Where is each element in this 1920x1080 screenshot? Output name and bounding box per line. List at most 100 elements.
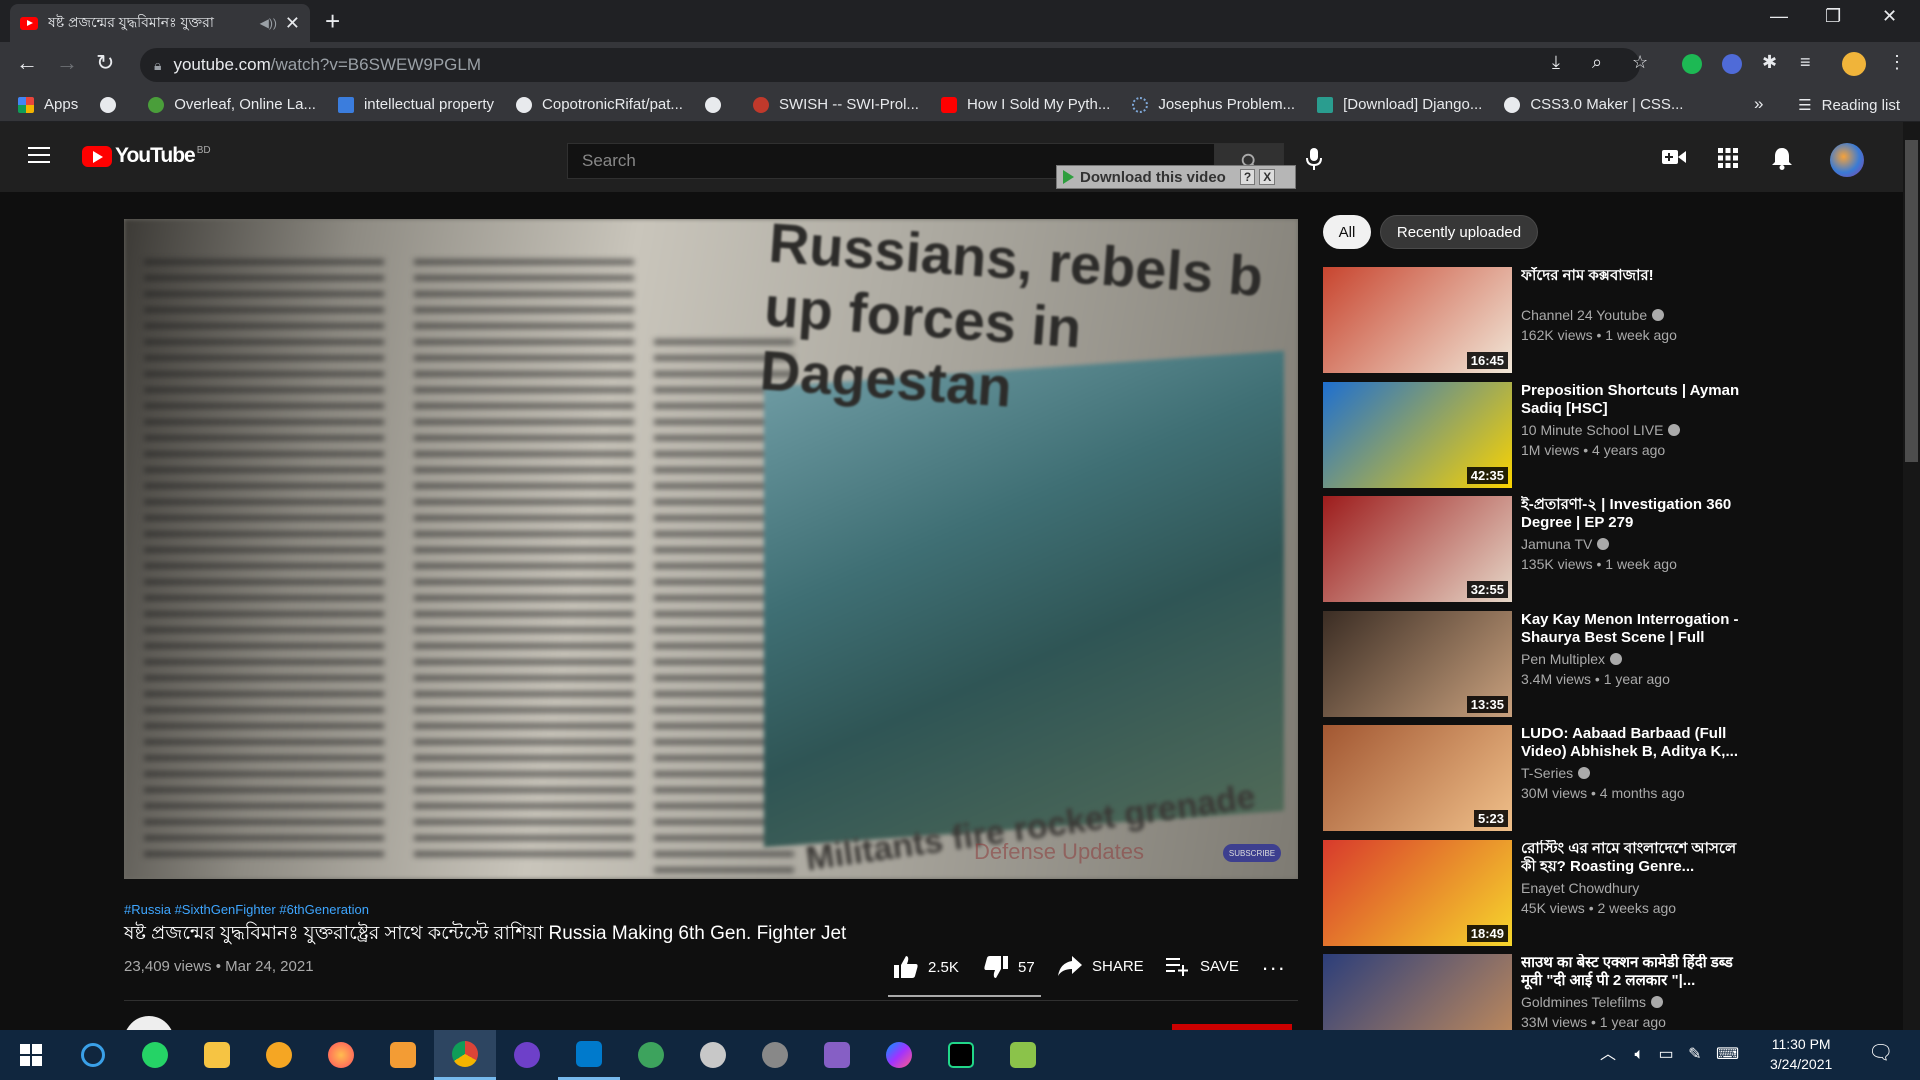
keyboard-icon[interactable]: ⌨ (1716, 1046, 1739, 1063)
bookmark-josephus[interactable]: Josephus Problem... (1132, 96, 1295, 113)
notifications-icon[interactable]: 🗨︎ (1868, 1040, 1893, 1065)
network-icon[interactable]: ▭ (1659, 1046, 1674, 1063)
more-actions-icon[interactable]: ... (1262, 950, 1286, 976)
new-tab-icon[interactable]: + (325, 6, 340, 37)
microphone-icon[interactable] (1306, 148, 1322, 170)
taskbar-app-globe[interactable] (620, 1030, 682, 1080)
recommendation-channel[interactable]: Channel 24 Youtube (1521, 307, 1665, 323)
recommendation-title[interactable]: साउथ का बेस्ट एक्शन कामेडी हिंदी डब्ड मू… (1521, 954, 1753, 990)
audio-playing-icon[interactable]: ◀︎)) (260, 16, 277, 30)
taskbar-app-visual-studio[interactable] (806, 1030, 868, 1080)
recommendation-thumbnail[interactable]: 5:23 (1323, 725, 1512, 831)
restore-icon[interactable]: ❐ (1825, 6, 1841, 27)
recommendation-title[interactable]: ফাঁদের নাম কক্সবাজার! (1521, 267, 1753, 285)
profile-avatar[interactable] (1842, 52, 1866, 76)
youtube-logo[interactable]: YouTube BD (82, 144, 211, 168)
menu-kebab-icon[interactable]: ⋮ (1888, 52, 1906, 73)
recommendation-channel[interactable]: T-Series (1521, 765, 1591, 781)
taskbar-app-search[interactable] (62, 1030, 124, 1080)
recommendation-thumbnail[interactable]: 42:35 (1323, 382, 1512, 488)
create-video-icon[interactable] (1662, 148, 1686, 166)
taskbar-app-firefox[interactable] (310, 1030, 372, 1080)
recommendation-item[interactable]: 16:45 ফাঁদের নাম কক্সবাজার! Channel 24 You… (1323, 267, 1743, 373)
recommendation-channel[interactable]: Enayet Chowdhury (1521, 880, 1639, 896)
extension-icon[interactable] (1722, 54, 1742, 74)
recommendation-channel[interactable]: Goldmines Telefilms (1521, 994, 1664, 1010)
recommendation-thumbnail[interactable]: 18:49 (1323, 840, 1512, 946)
more-bookmarks-chevron[interactable]: » (1754, 94, 1763, 114)
scrollbar-thumb[interactable] (1905, 140, 1918, 462)
close-window-icon[interactable]: ✕ (1882, 6, 1897, 27)
subscribe-badge[interactable]: SUBSCRIBE (1223, 844, 1281, 862)
taskbar-clock[interactable]: 11:30 PM 3/24/2021 (1770, 1034, 1832, 1074)
recommendation-thumbnail[interactable]: 16:45 (1323, 267, 1512, 373)
user-avatar[interactable] (1830, 143, 1864, 177)
recommendation-thumbnail[interactable]: 32:55 (1323, 496, 1512, 602)
download-close-icon[interactable]: X (1259, 169, 1276, 185)
browser-tab[interactable]: ষষ্ট প্রজন্মের যুদ্ধবিমানঃ যুক্তরা ◀︎)) … (10, 4, 310, 42)
bookmark-django[interactable]: [Download] Django... (1317, 96, 1482, 113)
bookmark-globe-2[interactable] (704, 96, 731, 113)
taskbar-app-messenger[interactable] (868, 1030, 930, 1080)
install-icon[interactable]: ⤓ (1552, 52, 1560, 73)
video-hashtags[interactable]: #Russia #SixthGenFighter #6thGeneration (124, 902, 369, 917)
bookmark-globe[interactable] (100, 96, 126, 113)
recommendation-channel[interactable]: 10 Minute School LIVE (1521, 422, 1681, 438)
chip-all[interactable]: All (1323, 215, 1371, 249)
forward-icon[interactable]: → (56, 50, 78, 76)
recommendation-item[interactable]: 5:23 LUDO: Aabaad Barbaad (Full Video) Ab… (1323, 725, 1743, 831)
dislike-button[interactable]: 57 (984, 956, 1035, 978)
bookmark-star-icon[interactable]: ☆ (1632, 52, 1648, 73)
download-video-bar[interactable]: Download this video ? X (1056, 165, 1296, 189)
address-bar[interactable]: 🔒︎ youtube.com/watch?v=B6SWEW9PGLM (140, 48, 1640, 82)
bookmark-github[interactable]: CopotronicRifat/pat... (516, 96, 683, 113)
taskbar-app-github[interactable] (496, 1030, 558, 1080)
recommendation-item[interactable]: 32:55 ই-প্রতারণা-২ | Investigation 360 De… (1323, 496, 1743, 602)
notifications-bell-icon[interactable] (1772, 148, 1792, 170)
taskbar-app-whatsapp[interactable] (124, 1030, 186, 1080)
recommendation-channel[interactable]: Pen Multiplex (1521, 651, 1623, 667)
pen-icon[interactable]: ✎ (1688, 1046, 1701, 1063)
recommendation-thumbnail[interactable]: 13:35 (1323, 611, 1512, 717)
volume-icon[interactable]: 🔈︎ (1634, 1046, 1644, 1063)
recommendation-title[interactable]: ই-প্রতারণা-২ | Investigation 360 Degree … (1521, 496, 1753, 532)
taskbar-app-chrome[interactable] (434, 1030, 496, 1080)
video-player[interactable]: Russians, rebels b up forces in Dagestan… (124, 219, 1298, 879)
lock-icon[interactable]: 🔒︎ (154, 57, 161, 74)
bookmark-intellectual-property[interactable]: intellectual property (337, 96, 494, 113)
recommendation-title[interactable]: LUDO: Aabaad Barbaad (Full Video) Abhish… (1521, 725, 1753, 761)
like-button[interactable]: 2.5K (894, 956, 959, 978)
recommendation-title[interactable]: Preposition Shortcuts | Ayman Sadiq [HSC… (1521, 382, 1753, 418)
recommendation-title[interactable]: রোস্টিং এর নামে বাংলাদেশে আসলে কী হয়? R… (1521, 840, 1753, 876)
taskbar-app-weather[interactable] (682, 1030, 744, 1080)
back-icon[interactable]: ← (16, 50, 38, 76)
media-controls-icon[interactable]: ≡ (1800, 52, 1811, 73)
bookmark-apps[interactable]: Apps (18, 96, 78, 113)
taskbar-app-photos[interactable] (372, 1030, 434, 1080)
apps-grid-icon[interactable] (1718, 148, 1738, 168)
start-button[interactable] (0, 1030, 62, 1080)
zoom-icon[interactable]: ⌕ (1592, 52, 1602, 73)
recommendation-item[interactable]: 42:35 Preposition Shortcuts | Ayman Sadiq… (1323, 382, 1743, 488)
extensions-puzzle-icon[interactable]: ✱ (1762, 52, 1777, 73)
bookmark-overleaf[interactable]: Overleaf, Online La... (148, 96, 316, 113)
taskbar-app-vpn[interactable] (248, 1030, 310, 1080)
bookmark-css3-maker[interactable]: CSS3.0 Maker | CSS... (1504, 96, 1683, 113)
download-help-icon[interactable]: ? (1239, 169, 1256, 185)
chip-recently-uploaded[interactable]: Recently uploaded (1380, 215, 1538, 249)
grammarly-extension-icon[interactable] (1682, 54, 1702, 74)
bookmark-youtube[interactable]: How I Sold My Pyth... (940, 96, 1110, 113)
tab-close-icon[interactable]: ✕ (285, 13, 300, 34)
reload-icon[interactable]: ↻ (96, 50, 114, 76)
bookmark-swish[interactable]: SWISH -- SWI-Prol... (752, 96, 919, 113)
hamburger-menu-icon[interactable] (28, 147, 50, 163)
system-tray[interactable]: ︿ 🔈︎ ▭ ✎ ⌨ (1600, 1040, 1739, 1064)
recommendation-item[interactable]: 13:35 Kay Kay Menon Interrogation - Shaur… (1323, 611, 1743, 717)
recommendation-item[interactable]: 18:49 রোস্টিং এর নামে বাংলাদেশে আসলে কী হ… (1323, 840, 1743, 946)
taskbar-app-pycharm[interactable] (930, 1030, 992, 1080)
recommendation-title[interactable]: Kay Kay Menon Interrogation - Shaurya Be… (1521, 611, 1753, 647)
share-button[interactable]: SHARE (1058, 956, 1144, 976)
save-button[interactable]: SAVE (1166, 956, 1239, 976)
recommendation-channel[interactable]: Jamuna TV (1521, 536, 1610, 552)
taskbar-app-vscode[interactable] (558, 1030, 620, 1080)
